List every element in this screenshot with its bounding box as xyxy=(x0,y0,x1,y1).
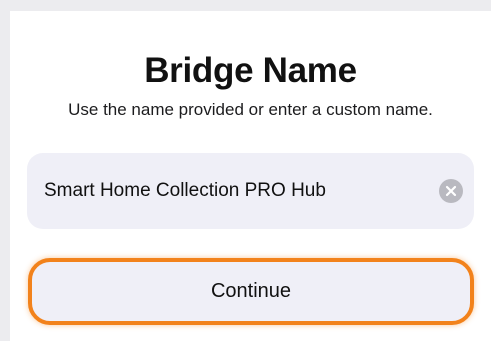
clear-icon[interactable] xyxy=(439,179,463,203)
page-subtitle: Use the name provided or enter a custom … xyxy=(68,100,433,119)
continue-button-label: Continue xyxy=(210,280,292,302)
bridge-name-input[interactable] xyxy=(44,153,414,229)
continue-button[interactable]: Continue xyxy=(28,258,474,325)
page-title: Bridge Name xyxy=(144,51,357,90)
bridge-name-field[interactable] xyxy=(27,153,474,229)
bridge-name-sheet: Bridge Name Use the name provided or ent… xyxy=(10,11,491,341)
